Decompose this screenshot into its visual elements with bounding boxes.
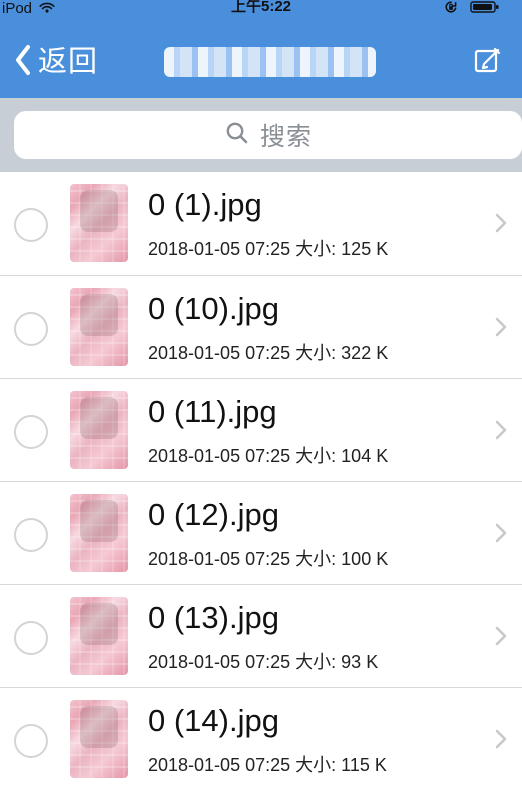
navigation-bar: 返回 [0, 28, 522, 98]
file-size-value: 100 K [341, 549, 389, 569]
file-datetime: 2018-01-05 07:25 [148, 652, 291, 672]
file-meta: 2018-01-05 07:25 大小: 125 K [148, 238, 388, 260]
file-size-label: 大小: [295, 343, 337, 363]
file-size-label: 大小: [295, 652, 337, 672]
file-name: 0 (14).jpg [148, 703, 279, 738]
file-size-value: 104 K [341, 446, 389, 466]
radio-icon[interactable] [14, 518, 48, 552]
chevron-right-icon [492, 314, 510, 340]
back-button[interactable]: 返回 [10, 38, 98, 86]
file-row[interactable]: 0 (13).jpg 2018-01-05 07:25 大小: 93 K [0, 584, 522, 687]
file-meta: 2018-01-05 07:25 大小: 115 K [148, 754, 387, 776]
status-right [442, 0, 500, 17]
chevron-right-icon [492, 520, 510, 546]
battery-icon [470, 0, 500, 17]
radio-icon[interactable] [14, 621, 48, 655]
file-row[interactable]: 0 (12).jpg 2018-01-05 07:25 大小: 100 K [0, 481, 522, 584]
search-icon [224, 120, 250, 151]
edit-button[interactable] [468, 42, 508, 82]
app-screen: iPod 上午5:22 返回 搜索 0 (1).jpg 2018-01-05 0… [0, 0, 522, 789]
chevron-right-icon [492, 623, 510, 649]
image-thumbnail [70, 700, 128, 778]
chevron-left-icon [10, 42, 36, 83]
file-size-value: 115 K [341, 755, 387, 775]
image-thumbnail [70, 288, 128, 366]
radio-icon[interactable] [14, 312, 48, 346]
pixelated-title [164, 47, 376, 77]
file-datetime: 2018-01-05 07:25 [148, 755, 291, 775]
image-thumbnail [70, 597, 128, 675]
search-bar[interactable]: 搜索 [14, 111, 522, 159]
file-row[interactable]: 0 (11).jpg 2018-01-05 07:25 大小: 104 K [0, 378, 522, 481]
back-label: 返回 [38, 46, 99, 78]
edit-icon [471, 43, 505, 82]
image-thumbnail [70, 391, 128, 469]
file-datetime: 2018-01-05 07:25 [148, 239, 291, 259]
file-datetime: 2018-01-05 07:25 [148, 446, 291, 466]
file-size-label: 大小: [295, 549, 337, 569]
file-size-label: 大小: [295, 446, 337, 466]
file-name: 0 (11).jpg [148, 394, 277, 429]
file-meta: 2018-01-05 07:25 大小: 100 K [148, 548, 388, 570]
file-size-value: 322 K [341, 343, 389, 363]
file-datetime: 2018-01-05 07:25 [148, 549, 291, 569]
file-name: 0 (13).jpg [148, 600, 279, 635]
image-thumbnail [70, 494, 128, 572]
file-size-label: 大小: [295, 239, 337, 259]
file-size-value: 93 K [341, 652, 379, 672]
file-meta: 2018-01-05 07:25 大小: 93 K [148, 651, 378, 673]
top-bar: iPod 上午5:22 返回 [0, 0, 522, 98]
file-datetime: 2018-01-05 07:25 [148, 343, 291, 363]
radio-icon[interactable] [14, 208, 48, 242]
status-bar: iPod 上午5:22 [0, 0, 522, 16]
nav-title-obscured [150, 40, 390, 84]
chevron-right-icon [492, 726, 510, 752]
file-row[interactable]: 0 (10).jpg 2018-01-05 07:25 大小: 322 K [0, 275, 522, 378]
file-name: 0 (10).jpg [148, 291, 279, 326]
image-thumbnail [70, 184, 128, 262]
chevron-right-icon [492, 417, 510, 443]
search-placeholder: 搜索 [259, 123, 312, 151]
file-size-value: 125 K [341, 239, 389, 259]
rotation-lock-icon [442, 0, 460, 17]
radio-icon[interactable] [14, 415, 48, 449]
file-meta: 2018-01-05 07:25 大小: 104 K [148, 445, 388, 467]
file-row[interactable]: 0 (14).jpg 2018-01-05 07:25 大小: 115 K [0, 687, 522, 789]
file-list: 0 (1).jpg 2018-01-05 07:25 大小: 125 K 0 (… [0, 172, 522, 789]
file-name: 0 (12).jpg [148, 497, 279, 532]
radio-icon[interactable] [14, 724, 48, 758]
chevron-right-icon [492, 210, 510, 236]
file-row[interactable]: 0 (1).jpg 2018-01-05 07:25 大小: 125 K [0, 172, 522, 275]
file-size-label: 大小: [295, 755, 337, 775]
file-meta: 2018-01-05 07:25 大小: 322 K [148, 342, 388, 364]
search-area: 搜索 [0, 98, 522, 172]
file-name: 0 (1).jpg [148, 187, 262, 222]
